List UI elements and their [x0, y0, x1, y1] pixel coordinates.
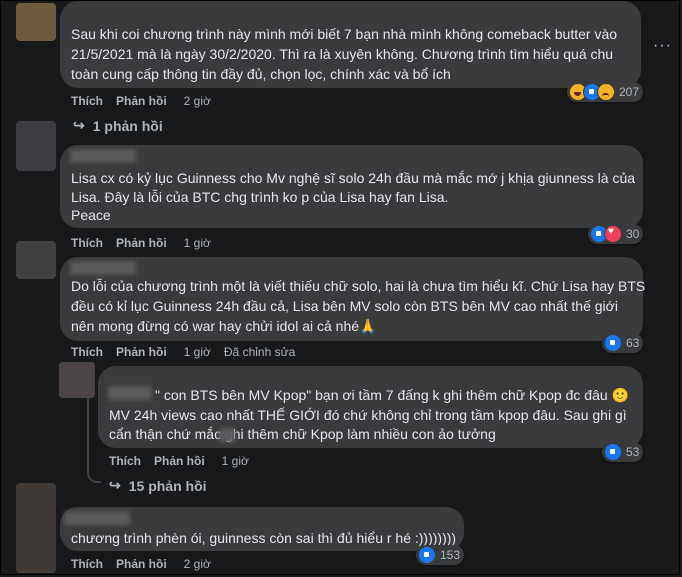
- view-replies-button[interactable]: ↪ 15 phản hồi: [109, 477, 207, 494]
- comment-bubble: Do lỗi của chương trình một là viết thiế…: [60, 257, 646, 341]
- author-name[interactable]: [64, 511, 130, 525]
- comment-text: MV 24h views cao nhất THẾ GIỚI đó chứ kh…: [109, 407, 627, 423]
- timestamp[interactable]: 1 giờ: [184, 345, 211, 359]
- reaction-summary[interactable]: 153: [416, 545, 465, 565]
- comment-text: nên mong đừng có war hay chửi idol ai cả…: [71, 318, 377, 334]
- love-reaction-icon: [604, 225, 622, 243]
- comment-bubble: Sau khi coi chương trình này mình mới bi…: [60, 1, 641, 88]
- reaction-count: 63: [626, 336, 640, 350]
- like-reaction-icon: [604, 443, 622, 461]
- author-name[interactable]: [108, 386, 152, 400]
- edited-label: Đã chỉnh sửa: [223, 345, 296, 359]
- reply-arrow-icon: ↪: [109, 477, 121, 493]
- timestamp[interactable]: 2 giờ: [184, 557, 211, 571]
- reaction-summary[interactable]: 63: [602, 333, 644, 353]
- avatar[interactable]: [16, 121, 56, 171]
- like-button[interactable]: Thích: [71, 557, 103, 571]
- replies-count: 1 phản hồi: [92, 117, 163, 134]
- reply-button[interactable]: Phản hồi: [116, 345, 167, 359]
- reaction-count: 207: [619, 85, 640, 99]
- reaction-count: 53: [626, 445, 640, 459]
- comment-actions: Thích Phản hồi 1 giờ Đã chỉnh sửa: [71, 345, 295, 359]
- redacted-word: [219, 428, 235, 442]
- reaction-count: 30: [626, 227, 640, 241]
- replies-count: 15 phản hồi: [128, 477, 207, 494]
- reaction-summary[interactable]: 207: [567, 82, 644, 102]
- avatar[interactable]: [16, 241, 56, 279]
- author-name[interactable]: [70, 149, 136, 163]
- reaction-summary[interactable]: 30: [588, 224, 644, 244]
- comment-actions: Thích Phản hồi 2 giờ: [71, 94, 211, 108]
- comment-actions: Thích Phản hồi 1 giờ: [109, 454, 249, 468]
- comment-actions: Thích Phản hồi 2 giờ: [71, 557, 211, 571]
- like-button[interactable]: Thích: [71, 345, 103, 359]
- reaction-summary[interactable]: 53: [602, 442, 644, 462]
- author-name[interactable]: [70, 261, 136, 275]
- avatar[interactable]: [59, 362, 95, 398]
- comment-text: 21/5/2021 mà là ngày 30/2/2020. Thì ra l…: [71, 46, 614, 62]
- comment-text: cẩn thận chứ mắc ghi thêm chữ Kpop làm n…: [109, 426, 496, 442]
- more-options-icon[interactable]: ···: [653, 37, 672, 55]
- avatar[interactable]: [16, 3, 56, 41]
- timestamp[interactable]: 2 giờ: [184, 94, 211, 108]
- timestamp[interactable]: 1 giờ: [222, 454, 249, 468]
- comment-text: Do lỗi của chương trình một là viết thiế…: [71, 278, 646, 294]
- comment-bubble: chương trình phèn ói, guinness còn sai t…: [60, 507, 464, 551]
- comment-text: Lisa cx có kỷ lục Guinness cho Mv nghệ s…: [71, 170, 636, 186]
- reply-button[interactable]: Phản hồi: [116, 94, 167, 108]
- comment-bubble: " con BTS bên MV Kpop" bạn ơi tầm 7 đấng…: [98, 366, 643, 448]
- comment-text: Sau khi coi chương trình này mình mới bi…: [71, 26, 618, 42]
- reply-button[interactable]: Phản hồi: [116, 557, 167, 571]
- like-button[interactable]: Thích: [71, 94, 103, 108]
- reply-button[interactable]: Phản hồi: [154, 454, 205, 468]
- reply-button[interactable]: Phản hồi: [116, 236, 167, 250]
- comment-section: Sau khi coi chương trình này mình mới bi…: [0, 0, 680, 575]
- comment-text: đều có kỉ lục Guinness 24h đầu cả, Lisa …: [71, 298, 618, 314]
- comment-text: toàn cung cấp thông tin đầy đủ, chọn lọc…: [71, 66, 451, 82]
- comment-bubble: Lisa cx có kỷ lục Guinness cho Mv nghệ s…: [60, 145, 643, 228]
- reply-arrow-icon: ↪: [73, 117, 85, 133]
- like-button[interactable]: Thích: [71, 236, 103, 250]
- comment-text: Peace: [71, 207, 111, 223]
- comment-text: Lisa. Đây là lỗi của BTC chg trình ko p …: [71, 189, 449, 205]
- view-replies-button[interactable]: ↪ 1 phản hồi: [73, 117, 163, 134]
- comment-text: " con BTS bên MV Kpop" bạn ơi tầm 7 đấng…: [155, 387, 629, 403]
- like-button[interactable]: Thích: [109, 454, 141, 468]
- timestamp[interactable]: 1 giờ: [184, 236, 211, 250]
- comment-actions: Thích Phản hồi 1 giờ: [71, 236, 211, 250]
- like-reaction-icon: [604, 334, 622, 352]
- avatar[interactable]: [16, 483, 56, 573]
- like-reaction-icon: [418, 546, 436, 564]
- sad-reaction-icon: [597, 83, 615, 101]
- comment-text: chương trình phèn ói, guinness còn sai t…: [71, 530, 457, 546]
- reaction-count: 153: [440, 548, 461, 562]
